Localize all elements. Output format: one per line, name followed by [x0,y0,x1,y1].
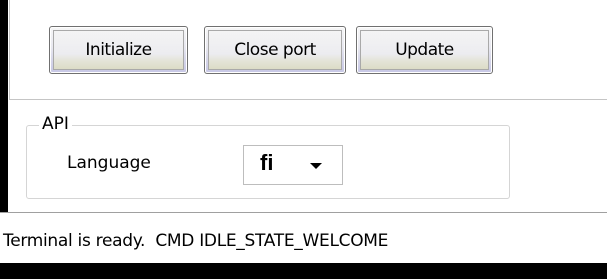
chevron-down-icon[interactable] [310,163,322,169]
update-button-label: Update [395,40,454,60]
language-select[interactable]: fi [243,145,343,185]
initialize-button[interactable]: Initialize [49,26,188,74]
close-port-button[interactable]: Close port [204,26,346,74]
screen-bottom-edge [0,263,607,279]
status-text: Terminal is ready. CMD IDLE_STATE_WELCOM… [3,231,389,251]
update-button[interactable]: Update [356,26,493,74]
api-group-title: API [39,114,72,134]
initialize-button-label: Initialize [85,40,152,60]
language-select-value: fi [260,150,274,175]
status-bar: Terminal is ready. CMD IDLE_STATE_WELCOM… [0,213,607,263]
controls-panel: Initialize Close port Update [9,0,607,100]
language-label: Language [67,153,151,173]
screen: Initialize Close port Update API Languag… [0,0,607,279]
close-port-button-label: Close port [234,40,316,60]
